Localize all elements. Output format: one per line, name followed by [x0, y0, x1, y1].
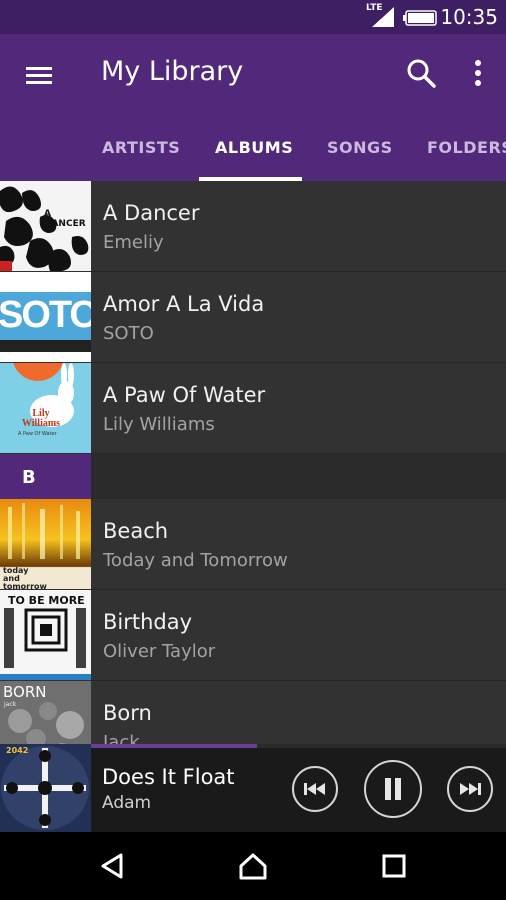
album-art-label: SOTO: [0, 294, 91, 336]
album-artist: Oliver Taylor: [103, 641, 216, 662]
album-title: A Dancer: [103, 201, 200, 225]
more-vert-icon[interactable]: [466, 56, 490, 90]
album-title: Born: [103, 701, 152, 725]
playback-progress[interactable]: [91, 744, 506, 748]
back-button[interactable]: [72, 832, 152, 900]
album-art-sublabel: jack: [4, 701, 17, 708]
album-title: Birthday: [103, 610, 193, 634]
album-art-born: BORN jack: [0, 681, 91, 744]
album-artist: SOTO: [103, 323, 154, 344]
now-playing-art-label: 2042: [6, 746, 29, 755]
home-icon: [239, 853, 267, 880]
album-artist: Lily Williams: [103, 414, 215, 435]
album-art-birthday: TO BE MORE: [0, 590, 91, 680]
battery-icon: [403, 10, 437, 26]
system-navigation-bar: [0, 832, 506, 900]
pause-icon: [385, 778, 401, 800]
pause-button[interactable]: [364, 760, 422, 818]
album-title: Beach: [103, 519, 169, 543]
tab-folders[interactable]: FOLDERS: [427, 138, 506, 157]
album-art-label: A DANCER: [44, 209, 86, 229]
next-button[interactable]: [447, 766, 493, 812]
now-playing-art: 2042: [0, 744, 91, 832]
album-title: Amor A La Vida: [103, 292, 265, 316]
now-playing-bar[interactable]: 2042 Does It Float Adam: [0, 744, 506, 832]
album-art-label: BORN: [3, 683, 47, 701]
now-playing-artist: Adam: [102, 793, 152, 813]
tab-bar: ARTISTS ALBUMS SONGS FOLDERS: [0, 130, 506, 181]
album-artist: Today and Tomorrow: [103, 550, 288, 571]
home-button[interactable]: [213, 832, 293, 900]
skip-previous-icon: [304, 783, 325, 795]
playback-progress-fill: [91, 744, 257, 748]
skip-next-icon: [460, 783, 481, 795]
album-art-label: today and tomorrow: [3, 566, 47, 590]
album-art-label: TO BE MORE: [8, 594, 85, 607]
album-artist: Emeliy: [103, 232, 164, 253]
album-row-born[interactable]: BORN jack Born Jack: [0, 681, 506, 744]
tab-songs[interactable]: SONGS: [327, 138, 393, 157]
album-row-birthday[interactable]: TO BE MORE Birthday Oliver Taylor: [0, 590, 506, 681]
album-row-a-dancer[interactable]: A DANCER A Dancer Emeliy: [0, 181, 506, 272]
section-header-b: B: [0, 454, 506, 499]
recents-icon: [382, 854, 406, 878]
album-row-amor-a-la-vida[interactable]: SOTO Amor A La Vida SOTO: [0, 272, 506, 363]
section-letter: B: [22, 467, 36, 488]
status-time: 10:35: [440, 5, 498, 29]
hamburger-menu-icon[interactable]: [22, 60, 56, 90]
now-playing-title: Does It Float: [102, 765, 235, 789]
album-art-soto: SOTO: [0, 272, 91, 362]
album-art-label: Lily Williams: [21, 408, 61, 429]
recents-button[interactable]: [354, 832, 434, 900]
page-title: My Library: [101, 56, 244, 87]
app-bar: My Library ARTISTS ALBUMS SONGS FOLDERS: [0, 34, 506, 181]
tab-albums[interactable]: ALBUMS: [215, 138, 293, 157]
album-art-a-paw-of-water: Lily Williams A Paw Of Water: [0, 363, 91, 453]
album-title: A Paw Of Water: [103, 383, 266, 407]
album-art-beach: today and tomorrow: [0, 499, 91, 589]
album-art-sublabel: A Paw Of Water: [18, 431, 57, 437]
album-artist: Jack: [103, 732, 140, 744]
album-row-beach[interactable]: today and tomorrow Beach Today and Tomor…: [0, 499, 506, 590]
status-bar: LTE 10:35: [0, 0, 506, 34]
signal-strength-icon: [372, 7, 394, 27]
search-icon[interactable]: [404, 56, 438, 90]
tab-artists[interactable]: ARTISTS: [102, 138, 180, 157]
previous-button[interactable]: [292, 766, 338, 812]
album-art-a-dancer: A DANCER: [0, 181, 91, 271]
album-row-a-paw-of-water[interactable]: Lily Williams A Paw Of Water A Paw Of Wa…: [0, 363, 506, 454]
back-icon: [101, 853, 123, 879]
album-list[interactable]: A DANCER A Dancer Emeliy SOTO Amor A La …: [0, 181, 506, 744]
